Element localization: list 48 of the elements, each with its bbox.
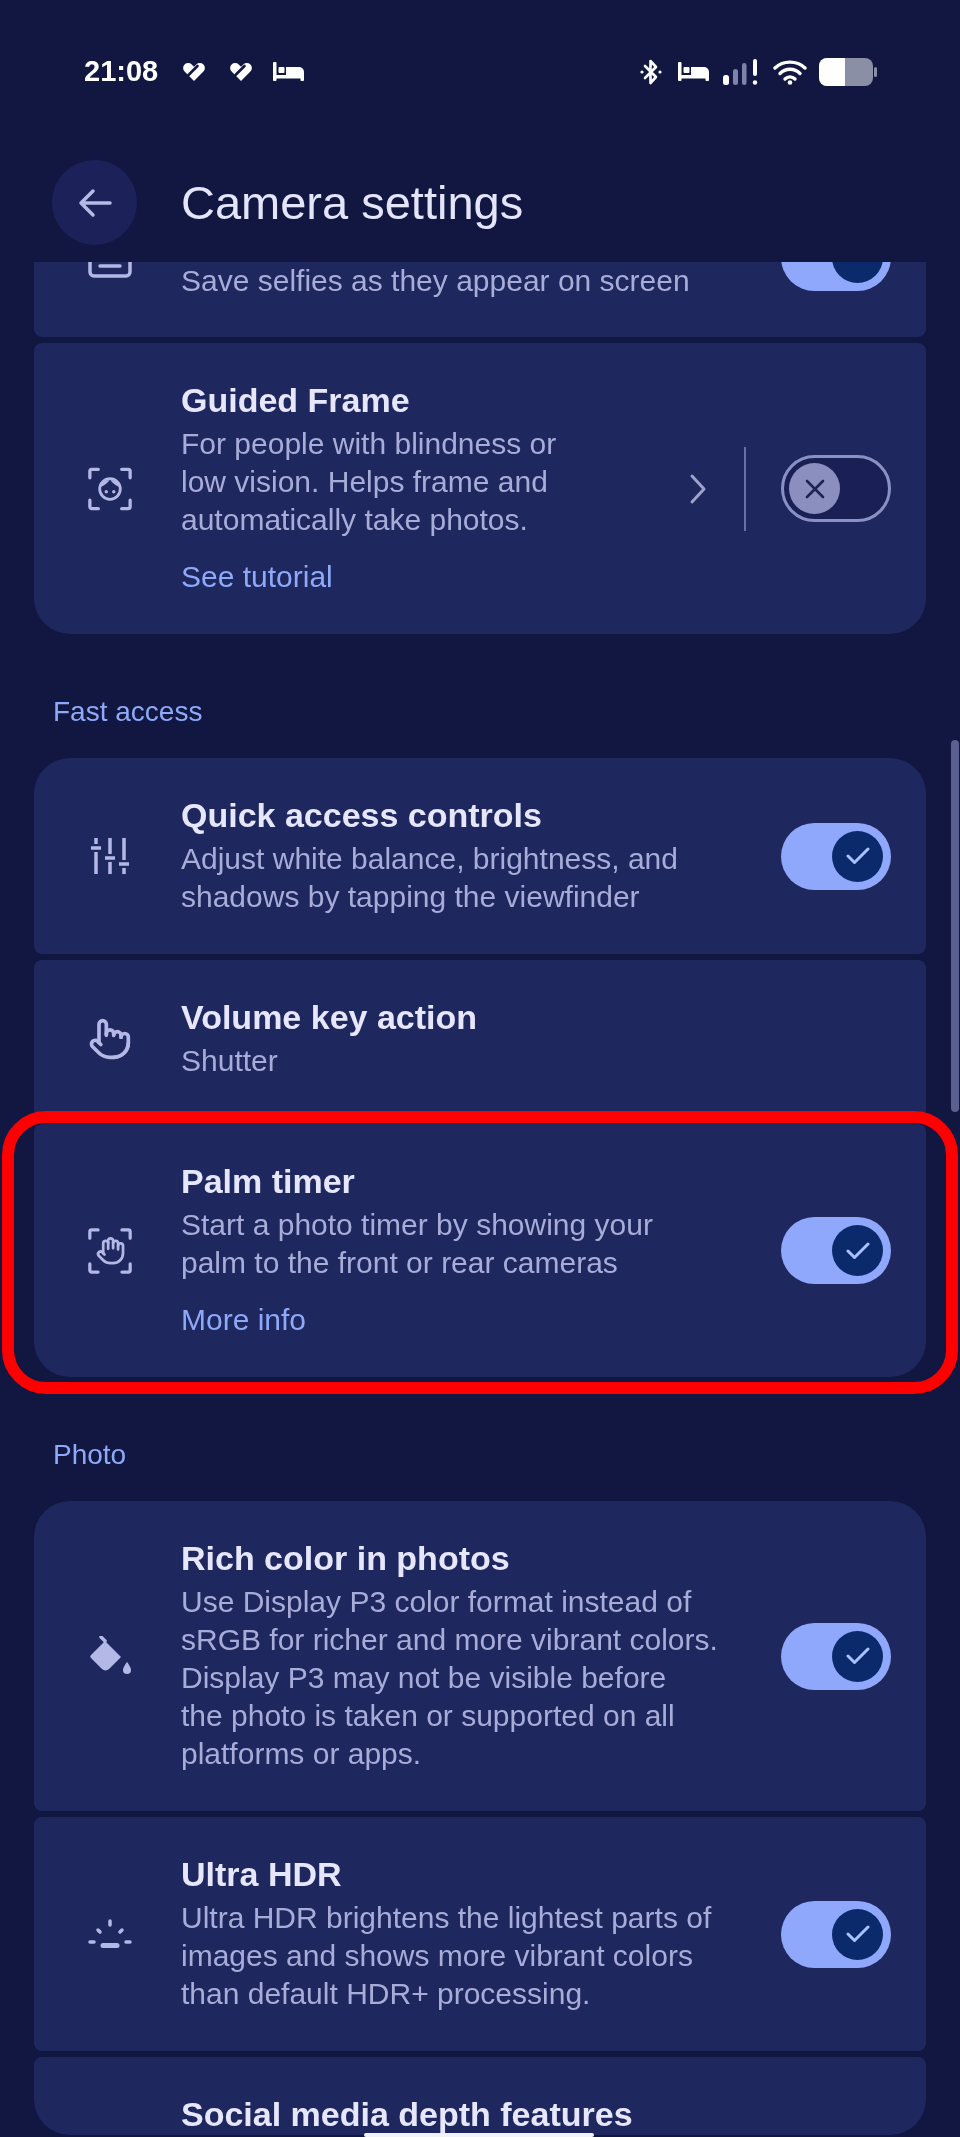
wifi-icon [773,58,807,85]
check-icon [845,1241,870,1260]
item-link[interactable]: See tutorial [181,558,333,596]
item-title: Quick access controls [181,795,542,836]
item-description: Shutter [181,1043,278,1079]
item-title: Rich color in photos [181,1538,510,1579]
item-description: Adjust white balance, brightness, and shadows by tapping the viewfinder [181,841,678,915]
paint-bucket-icon [88,1636,132,1676]
rays-icon [88,1918,132,1950]
battery-icon [819,57,877,86]
close-icon [804,478,825,499]
heart-icon [230,62,253,81]
settings-card[interactable]: Save selfies as they appear on screen [34,262,926,337]
status-time: 21:08 [84,57,159,86]
item-title: Palm timer [181,1161,355,1202]
portrait-frame-icon [88,262,132,278]
item-title: Social media depth features [181,2094,633,2135]
item-link[interactable]: More info [181,1301,307,1339]
settings-card[interactable]: Social media depth features [34,2057,926,2135]
settings-card[interactable]: Ultra HDR Ultra HDR brightens the lightest parts of images and shows more vibrant colors than default HDR+ processing. [34,1817,926,2051]
pointing-hand-icon [88,1017,132,1061]
item-description: Use Display P3 color format instead of sRGB for richer and more vibrant colors. Display P3 may not be visible before the photo is taken or supported on all platforms or apps. [181,1584,718,1772]
item-title: Guided Frame [181,380,410,421]
bed-icon [273,62,305,81]
bed-icon [678,62,709,81]
settings-card[interactable]: Quick access controls Adjust white balance, brightness, and shadows by tapping the viewfinder [34,758,926,954]
settings-card[interactable]: Guided Frame For people with blindness or low vision. Helps frame and automatically take photos. See tutorial [34,343,926,634]
face-frame-icon [88,465,132,512]
section-heading: Photo [53,1438,127,1472]
item-description: For people with blindness or low vision. Helps frame and automatically take photos. [181,426,557,538]
check-icon [845,1647,870,1665]
sliders-icon [91,838,129,874]
item-description: Start a photo timer by showing your palm to the front or rear cameras [181,1207,653,1281]
item-description: Ultra HDR brightens the lightest parts of images and shows more vibrant colors than default HDR+ processing. [181,1900,712,2012]
settings-card[interactable]: Palm timer Start a photo timer by showing your palm to the front or rear cameras More info [34,1124,926,1377]
palm-frame-icon [88,1225,132,1276]
heart-icon [183,62,206,81]
check-icon [845,847,870,865]
chevron-right-icon[interactable] [689,472,707,505]
back-arrow-icon [77,187,112,218]
check-icon [845,1925,870,1943]
item-description: Save selfies as they appear on screen [181,263,690,299]
item-title: Ultra HDR [181,1854,342,1895]
bluetooth-icon [640,57,662,86]
section-heading: Fast access [53,695,203,729]
scrollbar-thumb[interactable] [951,740,959,1112]
item-title: Volume key action [181,997,478,1038]
settings-card[interactable]: Rich color in photos Use Display P3 color format instead of sRGB for richer and more vibrant colors. Display P3 may not be visible before the photo is taken or supported on all platforms or apps. [34,1501,926,1811]
